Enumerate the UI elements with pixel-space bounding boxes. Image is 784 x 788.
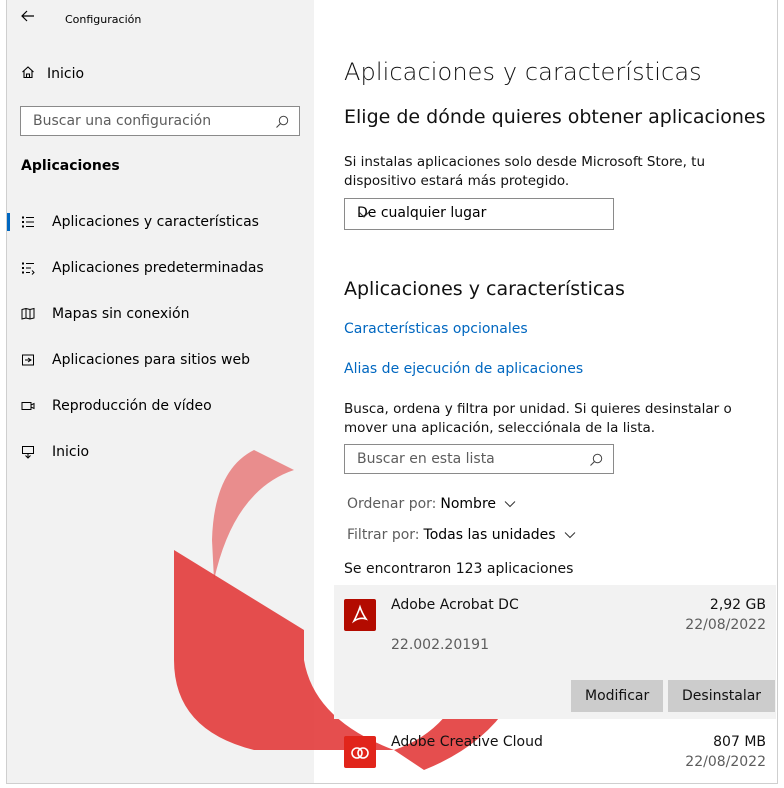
app-size: 807 MB	[713, 734, 766, 750]
search-icon	[589, 452, 603, 471]
filter-by-dropdown[interactable]: Filtrar por: Todas las unidades	[347, 527, 576, 543]
settings-window: Configuración Inicio Buscar una configur…	[6, 0, 778, 784]
window-title: Configuración	[65, 13, 142, 26]
main-content: Aplicaciones y características Elige de …	[174, 0, 777, 783]
sort-value: Nombre	[440, 496, 496, 512]
chevron-down-icon	[357, 207, 601, 223]
app-version: 22.002.20191	[391, 637, 489, 653]
app-source-dropdown[interactable]: De cualquier lugar	[344, 198, 614, 230]
home-nav[interactable]: Inicio	[21, 65, 84, 83]
choose-source-heading: Elige de dónde quieres obtener aplicacio…	[344, 106, 766, 128]
app-list-item-adobe-creative-cloud[interactable]: Adobe Creative Cloud 807 MB 22/08/2022	[334, 724, 776, 780]
chevron-down-icon	[504, 501, 516, 508]
adobe-acrobat-icon	[344, 599, 376, 631]
adobe-creative-cloud-icon	[344, 736, 376, 768]
home-icon	[21, 65, 47, 83]
app-size: 2,92 GB	[709, 597, 766, 613]
filter-value: Todas las unidades	[423, 527, 556, 543]
app-name: Adobe Creative Cloud	[391, 734, 543, 750]
home-label: Inicio	[47, 66, 85, 82]
page-title: Aplicaciones y características	[344, 58, 702, 86]
uninstall-button[interactable]: Desinstalar	[668, 680, 776, 712]
sidebar: Configuración Inicio Buscar una configur…	[7, 0, 314, 783]
apps-features-icon	[20, 214, 36, 230]
sidebar-item-startup[interactable]: Inicio	[7, 434, 314, 470]
search-placeholder: Buscar en esta lista	[357, 451, 495, 467]
search-description: Busca, ordena y filtra por unidad. Si qu…	[344, 401, 732, 436]
sidebar-item-label: Inicio	[52, 444, 90, 460]
app-list-item-adobe-acrobat[interactable]: Adobe Acrobat DC 2,92 GB 22/08/2022 22.0…	[334, 585, 776, 719]
search-placeholder: Buscar una configuración	[33, 113, 212, 129]
video-playback-icon	[20, 398, 36, 414]
sidebar-item-apps-features[interactable]: Aplicaciones y características	[7, 204, 314, 240]
app-name: Adobe Acrobat DC	[391, 597, 519, 613]
settings-search-input[interactable]: Buscar una configuración	[20, 106, 300, 136]
default-apps-icon	[20, 260, 36, 276]
apps-websites-icon	[20, 352, 36, 368]
app-date: 22/08/2022	[685, 754, 766, 770]
offline-maps-icon	[20, 306, 36, 322]
filter-label: Filtrar por:	[347, 527, 420, 543]
optional-features-link[interactable]: Características opcionales	[344, 321, 528, 337]
sidebar-item-label: Reproducción de vídeo	[52, 398, 212, 414]
title-bar: Configuración	[7, 0, 314, 38]
sidebar-item-label: Aplicaciones predeterminadas	[52, 260, 264, 276]
app-date: 22/08/2022	[685, 617, 766, 633]
startup-icon	[20, 444, 36, 460]
sidebar-item-label: Aplicaciones para sitios web	[52, 352, 250, 368]
apps-section-heading: Aplicaciones y características	[344, 278, 625, 300]
sidebar-item-video-playback[interactable]: Reproducción de vídeo	[7, 388, 314, 424]
sidebar-item-offline-maps[interactable]: Mapas sin conexión	[7, 296, 314, 332]
sidebar-item-label: Mapas sin conexión	[52, 306, 190, 322]
back-arrow-icon[interactable]	[21, 10, 35, 26]
app-execution-alias-link[interactable]: Alias de ejecución de aplicaciones	[344, 361, 583, 377]
search-icon	[275, 114, 289, 133]
section-title: Aplicaciones	[21, 158, 120, 174]
app-list-search-input[interactable]: Buscar en esta lista	[344, 444, 614, 474]
sidebar-item-default-apps[interactable]: Aplicaciones predeterminadas	[7, 250, 314, 286]
modify-button[interactable]: Modificar	[571, 680, 664, 712]
chevron-down-icon	[564, 532, 575, 539]
sidebar-item-label: Aplicaciones y características	[52, 214, 259, 230]
sidebar-item-apps-websites[interactable]: Aplicaciones para sitios web	[7, 342, 314, 378]
choose-source-description: Si instalas aplicaciones solo desde Micr…	[344, 154, 706, 189]
app-count: Se encontraron 123 aplicaciones	[344, 561, 574, 577]
sort-label: Ordenar por:	[347, 496, 437, 512]
sort-by-dropdown[interactable]: Ordenar por: Nombre	[347, 496, 516, 512]
